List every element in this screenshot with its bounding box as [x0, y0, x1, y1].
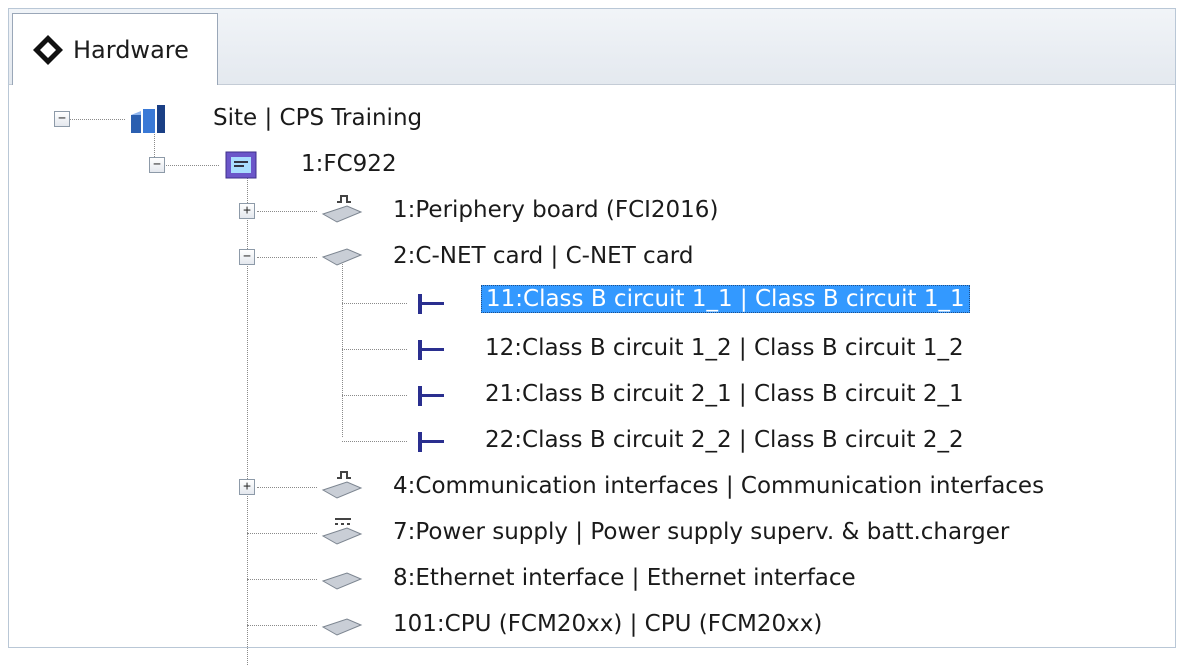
tree-connector	[247, 533, 317, 534]
tree-node-label[interactable]: 1:Periphery board (FCI2016)	[393, 197, 718, 223]
tree-node-label[interactable]: 101:CPU (FCM20xx) | CPU (FCM20xx)	[393, 611, 822, 637]
tab-hardware[interactable]: Hardware	[12, 13, 218, 85]
circuit-icon	[411, 427, 451, 457]
tree-connector	[247, 165, 248, 665]
card-icon	[319, 239, 365, 277]
tree-node-label[interactable]: 8:Ethernet interface | Ethernet interfac…	[393, 565, 856, 591]
circuit-icon	[411, 335, 451, 365]
tree-node-label[interactable]: 1:FC922	[301, 151, 397, 177]
tree-connector	[247, 625, 317, 626]
tree-connector	[342, 303, 407, 304]
tree-connector	[69, 119, 125, 120]
card-icon	[319, 609, 365, 647]
expand-toggle[interactable]: +	[239, 203, 255, 219]
tree-node-label[interactable]: 12:Class B circuit 1_2 | Class B circuit…	[485, 335, 964, 361]
tree-connector	[342, 257, 343, 437]
tab-hardware-label: Hardware	[73, 35, 189, 64]
tree-node-label[interactable]: 4:Communication interfaces | Communicati…	[393, 473, 1044, 499]
collapse-toggle[interactable]: −	[54, 111, 70, 127]
diamond-icon	[27, 29, 69, 71]
tree-connector	[342, 395, 407, 396]
tree-node-label[interactable]: Site | CPS Training	[213, 105, 422, 131]
tree-connector	[342, 441, 407, 442]
collapse-toggle[interactable]: −	[149, 157, 165, 173]
tree-node-label-selected[interactable]: 11:Class B circuit 1_1 | Class B circuit…	[481, 285, 970, 313]
circuit-icon	[411, 289, 451, 319]
card-icon	[319, 563, 365, 601]
tree-node-label[interactable]: 7:Power supply | Power supply superv. & …	[393, 519, 1009, 545]
tree-connector	[342, 349, 407, 350]
collapse-toggle[interactable]: −	[239, 249, 255, 265]
tree-node-label[interactable]: 21:Class B circuit 2_1 | Class B circuit…	[485, 381, 964, 407]
board-icon	[319, 467, 365, 505]
expand-toggle[interactable]: +	[239, 479, 255, 495]
tab-bar: Hardware	[9, 9, 1175, 85]
circuit-icon	[411, 381, 451, 411]
power-board-icon	[319, 513, 365, 551]
hardware-panel: Hardware − Site | CPS Training − 1:FC922…	[8, 8, 1176, 665]
tree-node-label[interactable]: 2:C-NET card | C-NET card	[393, 243, 693, 269]
tree-node-label[interactable]: 22:Class B circuit 2_2 | Class B circuit…	[485, 427, 964, 453]
tree-connector	[257, 211, 317, 212]
site-icon	[127, 101, 169, 139]
board-icon	[319, 191, 365, 229]
tree-connector	[163, 165, 219, 166]
tree-connector	[247, 579, 317, 580]
panel-icon	[221, 147, 263, 185]
tree-connector	[257, 257, 317, 258]
hardware-tree[interactable]: − Site | CPS Training − 1:FC922 + 1:Peri…	[9, 85, 1175, 665]
tree-connector	[257, 487, 317, 488]
